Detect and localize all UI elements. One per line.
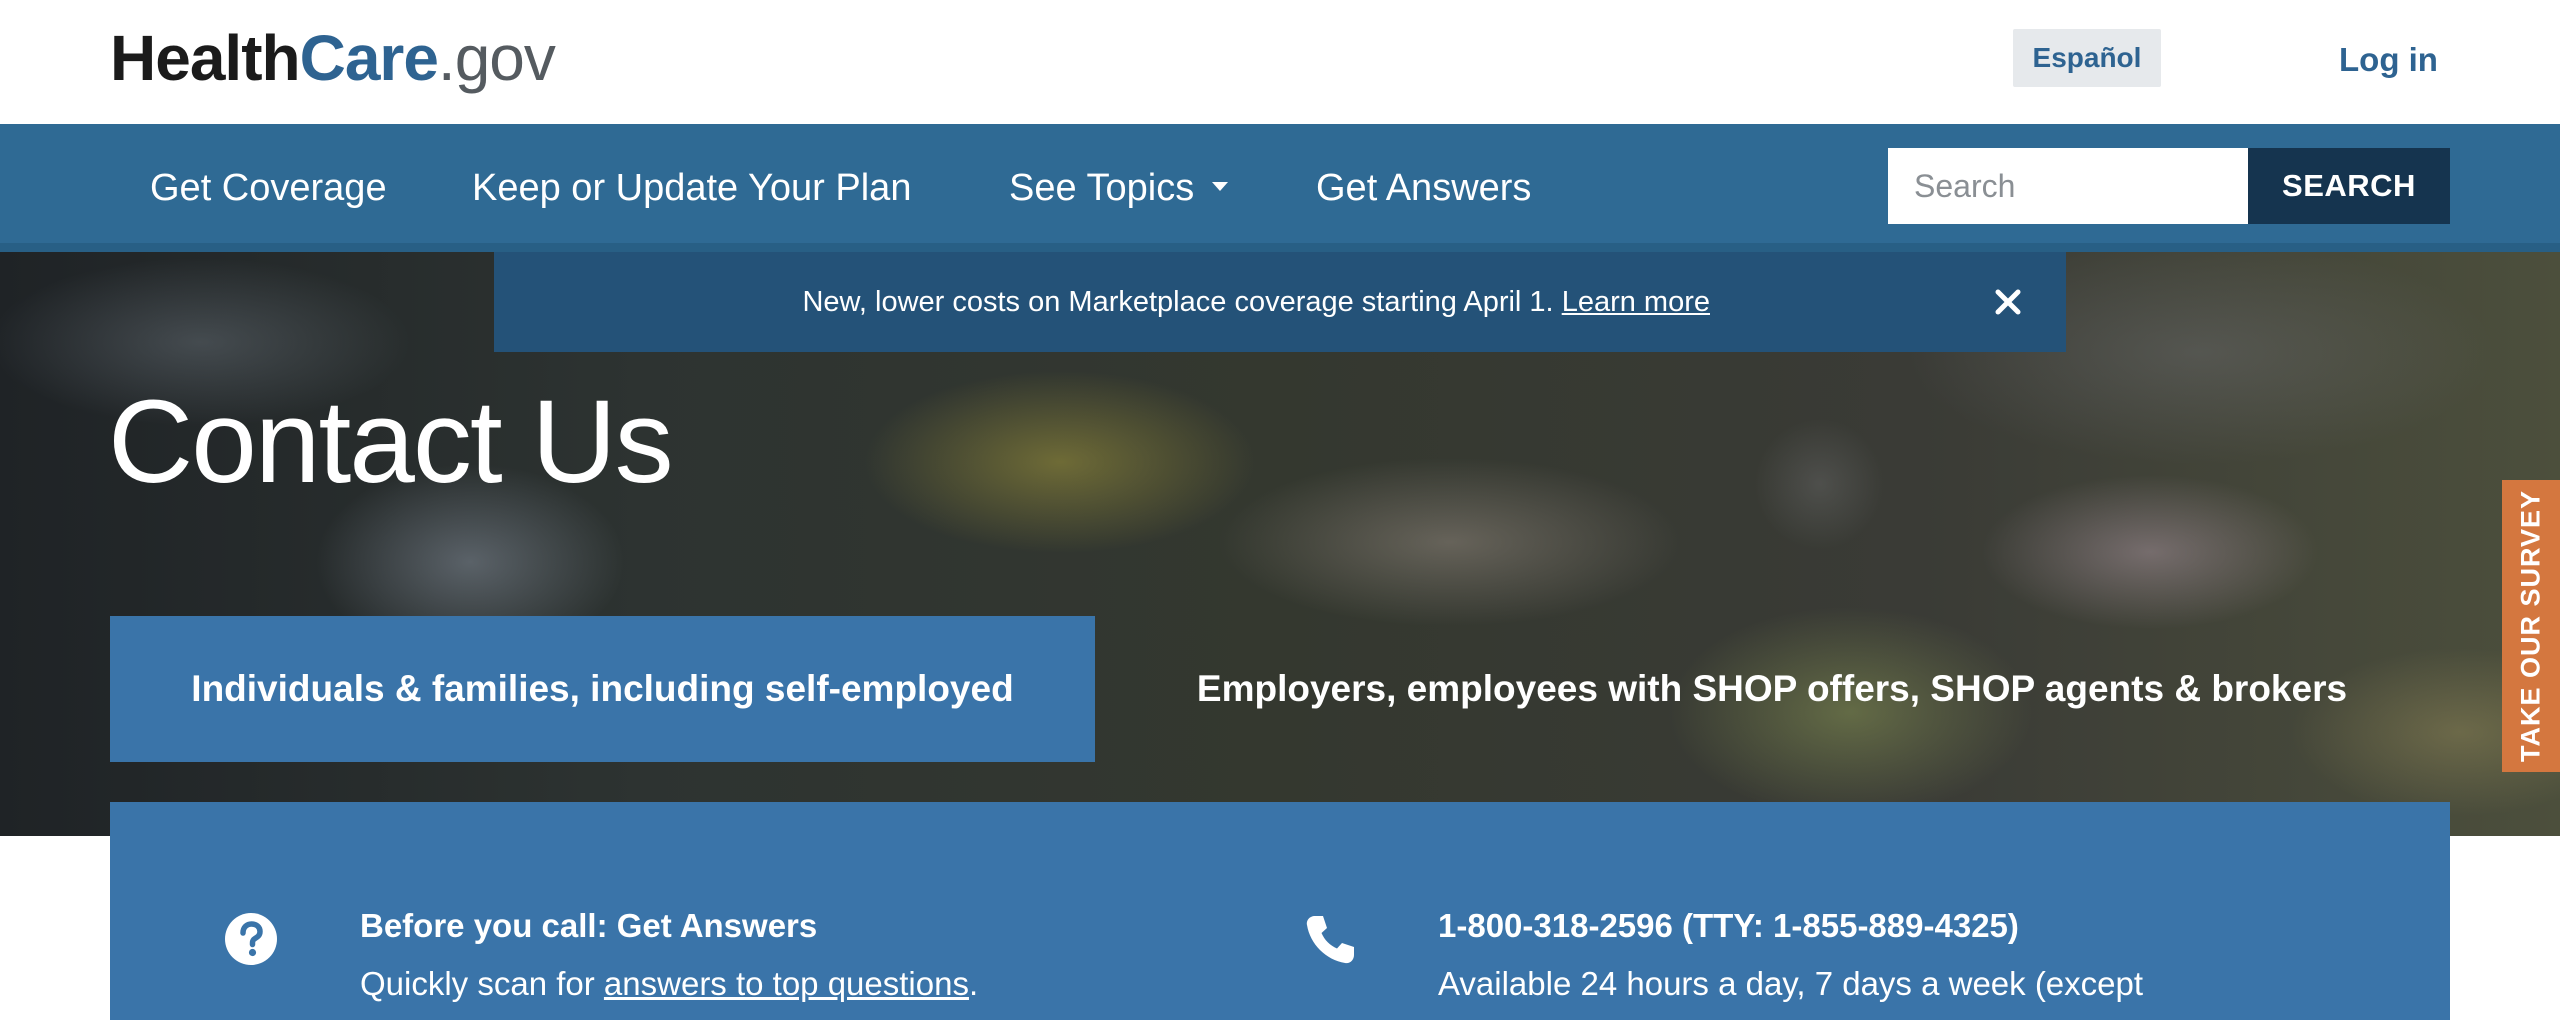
phone-availability-text: Available 24 hours a day, 7 days a week … (1438, 965, 2144, 1002)
before-you-call-title: Before you call: Get Answers (360, 907, 818, 944)
chevron-down-icon (1212, 182, 1229, 192)
site-header: HealthCare.gov Español Log in (0, 0, 2560, 124)
banner-learn-more-link[interactable]: Learn more (1562, 286, 1710, 318)
logo-part-care: Care (299, 22, 439, 94)
healthcare-gov-logo[interactable]: HealthCare.gov (110, 22, 556, 94)
before-you-call-text-end: . (968, 965, 979, 1002)
question-circle-icon (225, 913, 277, 965)
contact-panel: Before you call: Get Answers Quickly sca… (110, 802, 2450, 1020)
phone-number-title: 1-800-318-2596 (TTY: 1-855-889-4325) (1438, 907, 2019, 944)
tab-employers-shop[interactable]: Employers, employees with SHOP offers, S… (1160, 616, 2384, 762)
tab-individuals-families[interactable]: Individuals & families, including self-e… (110, 616, 1095, 762)
answers-top-questions-link[interactable]: answers to top questions (604, 965, 969, 1002)
search-button[interactable]: SEARCH (2248, 148, 2450, 224)
before-you-call-text: Quickly scan for answers to top question… (360, 960, 978, 1008)
nav-item-see-topics[interactable]: See Topics (1009, 162, 1229, 214)
banner-text: New, lower costs on Marketplace coverage… (802, 286, 1554, 318)
login-link[interactable]: Log in (2339, 36, 2438, 84)
search-input[interactable] (1888, 148, 2248, 224)
hero-section: New, lower costs on Marketplace coverage… (0, 252, 2560, 836)
espanol-language-button[interactable]: Español (2013, 29, 2161, 87)
close-icon[interactable] (1986, 280, 2030, 324)
nav-item-see-topics-label: See Topics (1009, 167, 1195, 209)
page-title: Contact Us (108, 376, 674, 508)
nav-item-get-coverage[interactable]: Get Coverage (150, 162, 387, 214)
nav-item-get-answers[interactable]: Get Answers (1316, 162, 1531, 214)
take-survey-tab[interactable]: TAKE OUR SURVEY (2502, 480, 2560, 772)
phone-icon (1306, 916, 1354, 964)
announcement-banner: New, lower costs on Marketplace coverage… (494, 252, 2066, 352)
survey-label: TAKE OUR SURVEY (2515, 489, 2546, 763)
page-root: HealthCare.gov Español Log in Get Covera… (0, 0, 2560, 1020)
before-you-call-text-start: Quickly scan for (360, 965, 595, 1002)
banner-message: New, lower costs on Marketplace coverage… (494, 252, 1936, 352)
logo-part-health: Health (110, 22, 301, 94)
nav-item-keep-or-update-plan[interactable]: Keep or Update Your Plan (472, 162, 911, 214)
logo-part-gov: .gov (437, 22, 556, 94)
